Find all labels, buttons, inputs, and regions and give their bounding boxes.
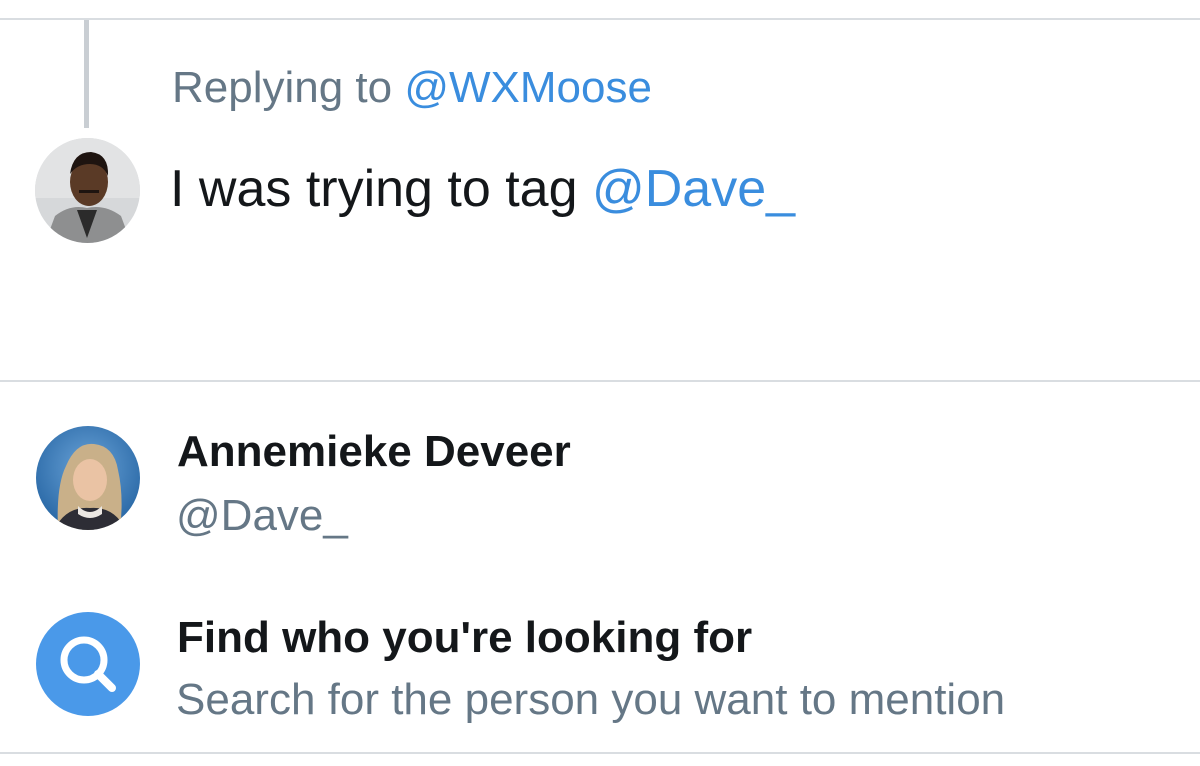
bottom-divider (0, 752, 1200, 754)
tweet-compose-input[interactable]: I was trying to tag @Dave_ (170, 158, 795, 220)
thread-connector-line (84, 20, 89, 128)
replying-to-handle-link[interactable]: @WXMoose (404, 63, 652, 112)
compose-text: I was trying to tag (170, 160, 592, 218)
suggested-user-handle: @Dave_ (176, 491, 348, 540)
search-prompt-title: Find who you're looking for (177, 613, 753, 662)
top-divider (0, 18, 1200, 20)
current-user-avatar-image (35, 138, 140, 243)
mention-suggestion-user[interactable]: Annemieke Deveer @Dave_ (0, 382, 1200, 552)
search-icon (60, 636, 116, 692)
replying-to-prefix: Replying to (172, 63, 405, 112)
find-person-search-row[interactable]: Find who you're looking for Search for t… (0, 586, 1200, 746)
suggested-user-avatar (36, 426, 140, 530)
search-prompt-subtitle: Search for the person you want to mentio… (176, 675, 1006, 724)
replying-to-label: Replying to @WXMoose (172, 62, 652, 114)
compose-mention: @Dave_ (591, 160, 796, 218)
current-user-avatar[interactable] (35, 138, 140, 243)
suggested-user-name: Annemieke Deveer (177, 427, 571, 476)
user-avatar-photo-icon (36, 426, 140, 530)
search-badge (36, 612, 140, 716)
